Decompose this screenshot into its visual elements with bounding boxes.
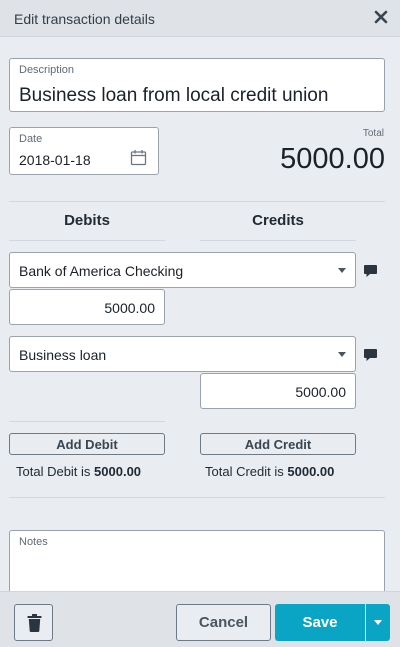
date-field[interactable]: Date 2018-01-18 (9, 127, 159, 175)
description-value[interactable]: Business loan from local credit union (19, 85, 328, 107)
chevron-down-icon (338, 352, 346, 357)
total-debit-prefix: Total Debit is (16, 464, 95, 479)
save-options-button[interactable] (366, 604, 390, 641)
total-credit-value: 5000.00 (287, 464, 335, 479)
notes-label: Notes (19, 536, 48, 548)
description-field[interactable]: Description Business loan from local cre… (9, 58, 385, 112)
save-button[interactable]: Save (275, 604, 365, 641)
dialog-footer: Cancel Save (0, 591, 400, 647)
date-label: Date (19, 133, 43, 145)
chevron-down-icon (374, 620, 382, 625)
total-debit-value: 5000.00 (94, 464, 142, 479)
speech-bubble-icon[interactable] (363, 264, 378, 278)
credits-heading: Credits (252, 212, 304, 229)
speech-bubble-icon[interactable] (363, 348, 378, 362)
credits-heading-underline (200, 240, 356, 241)
account-name: Bank of America Checking (19, 263, 184, 279)
chevron-down-icon (338, 268, 346, 273)
description-label: Description (19, 64, 75, 76)
credit-amount-value: 5000.00 (295, 384, 346, 400)
total-credit-prefix: Total Credit is (205, 464, 288, 479)
account-name: Business loan (19, 347, 107, 363)
total-credit-text: Total Credit is 5000.00 (205, 464, 334, 479)
add-credit-button[interactable]: Add Credit (200, 433, 356, 455)
total-value: 5000.00 (280, 143, 385, 175)
total-label: Total (362, 128, 384, 139)
dialog-header: Edit transaction details (0, 0, 400, 37)
cancel-button[interactable]: Cancel (176, 604, 271, 641)
trash-icon (27, 614, 42, 632)
divider (9, 497, 385, 498)
debits-heading: Debits (64, 212, 110, 229)
account-select-debit[interactable]: Bank of America Checking (9, 252, 356, 288)
account-select-credit[interactable]: Business loan (9, 336, 356, 372)
debit-column-divider (9, 421, 165, 422)
delete-button[interactable] (14, 604, 53, 641)
add-debit-button[interactable]: Add Debit (9, 433, 165, 455)
close-icon[interactable] (372, 8, 390, 26)
divider (9, 201, 385, 202)
total-debit-text: Total Debit is 5000.00 (16, 464, 141, 479)
calendar-icon[interactable] (130, 149, 147, 166)
debit-amount-input[interactable]: 5000.00 (9, 289, 165, 325)
credit-amount-input[interactable]: 5000.00 (200, 373, 356, 409)
date-value[interactable]: 2018-01-18 (19, 152, 91, 168)
dialog-title: Edit transaction details (14, 11, 155, 27)
debits-heading-underline (9, 240, 165, 241)
debit-amount-value: 5000.00 (104, 300, 155, 316)
